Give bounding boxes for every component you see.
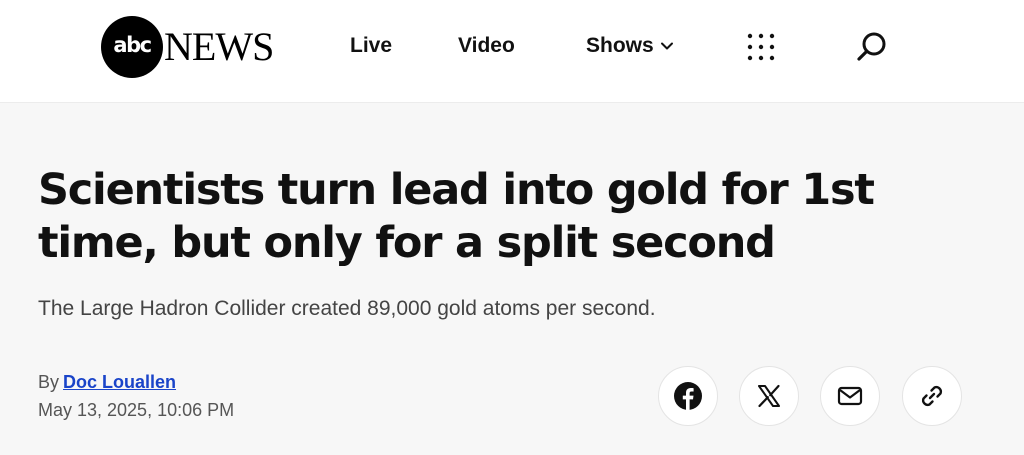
logo-circle: abc: [101, 16, 163, 78]
nav-video[interactable]: Video: [458, 33, 515, 59]
article-subheadline: The Large Hadron Collider created 89,000…: [38, 297, 656, 320]
share-facebook-button[interactable]: [658, 366, 718, 426]
byline-prefix: By: [38, 372, 60, 392]
facebook-icon: [674, 382, 702, 410]
search-icon[interactable]: [855, 29, 889, 63]
x-icon: [758, 384, 780, 408]
share-x-button[interactable]: [739, 366, 799, 426]
site-header: abc NEWS Live Video Shows: [0, 0, 1024, 103]
grid-menu-icon[interactable]: [746, 32, 776, 62]
author-link[interactable]: Doc Louallen: [63, 372, 176, 392]
share-email-button[interactable]: [820, 366, 880, 426]
email-icon: [837, 386, 863, 406]
share-copy-link-button[interactable]: [902, 366, 962, 426]
publish-date: May 13, 2025, 10:06 PM: [38, 400, 235, 420]
abc-news-logo[interactable]: abc NEWS: [101, 16, 274, 78]
nav-shows[interactable]: Shows: [586, 33, 674, 59]
link-icon: [921, 385, 943, 407]
nav-shows-label: Shows: [586, 34, 654, 57]
logo-news-text: NEWS: [164, 24, 274, 69]
chevron-down-icon: [660, 42, 673, 50]
nav-live[interactable]: Live: [350, 33, 392, 59]
byline: By Doc Louallen: [38, 370, 176, 394]
article-headline: Scientists turn lead into gold for 1st t…: [38, 165, 875, 268]
